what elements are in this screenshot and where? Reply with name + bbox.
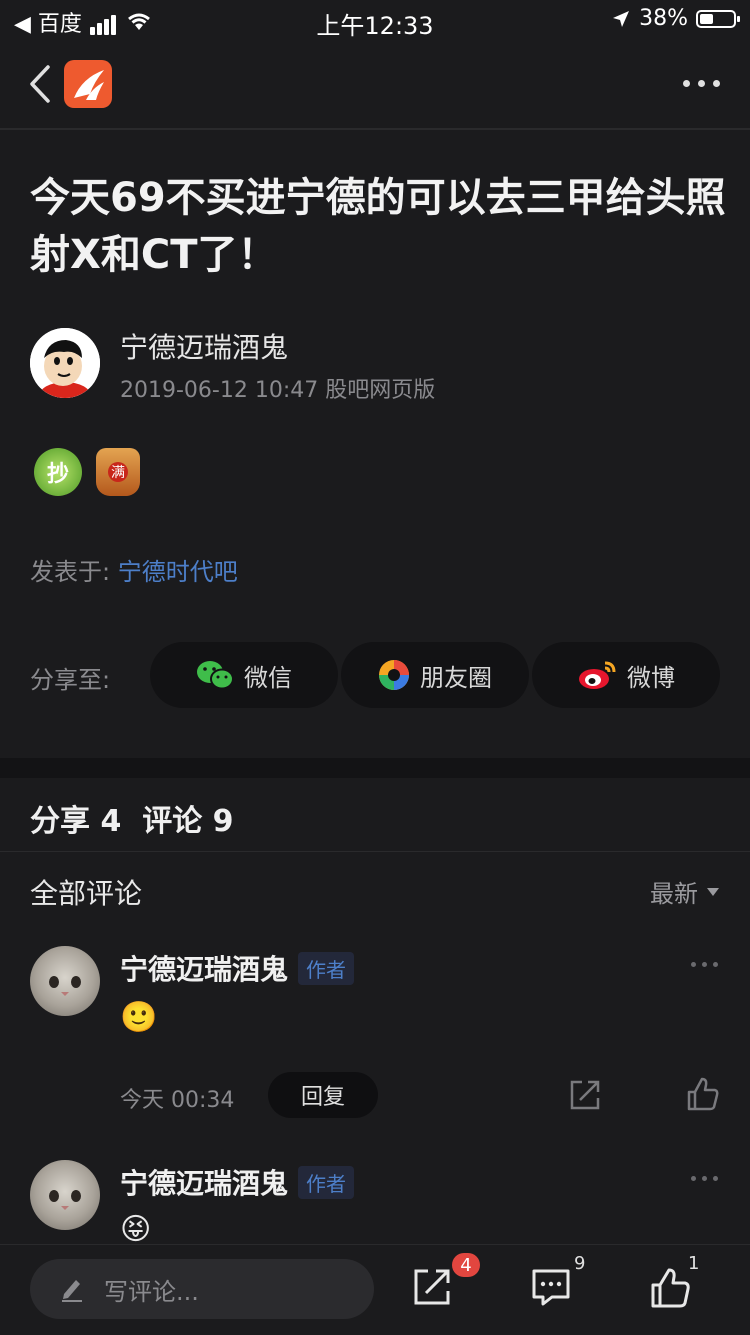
author-badge: 作者 [298,1165,355,1199]
like-count: 1 [688,1253,700,1274]
battery-percent: 38% [639,6,688,31]
sort-dropdown[interactable]: 最新 [650,874,720,909]
comment-input[interactable]: 写评论... [30,1259,374,1319]
share-post-icon[interactable] [412,1267,452,1307]
post-title: 今天69不买进宁德的可以去三甲给头照射X和CT了！ [30,175,726,278]
bottom-bar: 写评论... 4 9 1 [0,1244,750,1335]
posted-in: 发表于: 宁德时代吧 [30,552,238,587]
back-icon[interactable] [26,64,52,104]
copy-sticker-label: 抄 [46,462,69,487]
app-logo[interactable] [64,60,112,108]
full-rice-bowl-icon: 满 [96,448,140,496]
share-label: 分享至: [30,666,111,694]
comment-time: 今天 00:34 [120,1088,235,1113]
pencil-icon [62,1280,82,1302]
comment-emoji: 😝 [120,1212,152,1247]
moments-icon [379,660,409,690]
status-bar: ◀ 百度 上午12:33 38% [0,0,750,42]
comment-more-icon[interactable] [691,1176,718,1181]
author-name[interactable]: 宁德迈瑞酒鬼 [120,326,288,366]
share-comment-counts: 分享 4 评论 9 [30,804,234,839]
posted-in-label: 发表于: [30,558,111,586]
share-moments-button[interactable]: 朋友圈 [341,642,529,708]
section-divider [0,758,750,778]
copy-sticker-icon: 抄 [34,448,82,496]
location-icon [613,10,630,27]
all-comments-title: 全部评论 [30,877,143,910]
share-comment-icon[interactable] [568,1078,602,1112]
author-avatar[interactable] [30,328,100,398]
share-moments-label: 朋友圈 [420,663,492,692]
divider [0,851,750,852]
share-weibo-button[interactable]: 微博 [532,642,720,708]
comment-placeholder: 写评论... [104,1277,199,1306]
author-badge: 作者 [298,951,355,985]
forum-link[interactable]: 宁德时代吧 [118,558,238,586]
full-rice-bowl-label: 满 [108,462,128,482]
wechat-icon [197,661,234,690]
comment-count: 9 [574,1253,586,1274]
weibo-icon [579,661,616,689]
comment-avatar[interactable] [30,1160,100,1230]
more-menu-icon[interactable] [683,80,720,87]
comment-more-icon[interactable] [691,962,718,967]
comment-emoji: 🙂 [120,1000,158,1035]
share-count-badge: 4 [452,1253,480,1277]
app-logo-icon [74,70,104,100]
share-weibo-label: 微博 [627,663,675,692]
share-wechat-label: 微信 [244,663,292,692]
comment-author[interactable]: 宁德迈瑞酒鬼 [120,1162,288,1202]
caret-down-icon [707,887,719,896]
comment-header: 宁德迈瑞酒鬼 作者 [120,1162,355,1202]
reply-button[interactable]: 回复 [268,1072,378,1118]
comment-header: 宁德迈瑞酒鬼 作者 [120,948,355,988]
nav-bar [0,42,750,130]
comment-avatar[interactable] [30,946,100,1016]
like-comment-icon[interactable] [686,1076,720,1112]
share-wechat-button[interactable]: 微信 [150,642,338,708]
battery-icon [696,9,740,28]
post-meta: 2019-06-12 10:47 股吧网页版 [120,378,436,403]
comments-icon[interactable] [530,1267,572,1307]
post-stickers: 抄 满 [34,448,140,496]
comment-author[interactable]: 宁德迈瑞酒鬼 [120,948,288,988]
like-post-icon[interactable] [650,1267,692,1309]
sort-label: 最新 [650,880,698,908]
